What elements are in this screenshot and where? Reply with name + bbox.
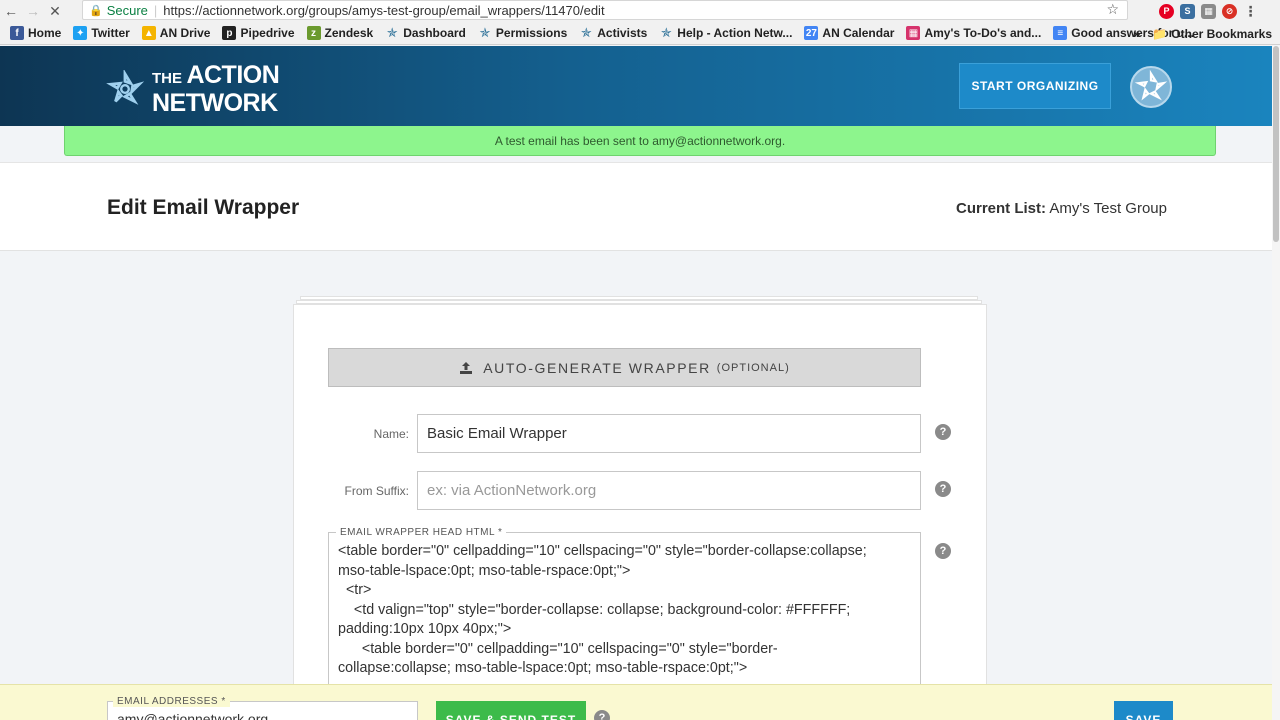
extension-grid-icon[interactable]: ▦ (1201, 3, 1216, 19)
bookmark-item[interactable]: ✯ Permissions (478, 25, 568, 40)
bookmark-label: AN Drive (159, 26, 211, 40)
bookmark-item[interactable]: ✯ Help - Action Netw... (659, 25, 793, 40)
drive-icon: ▲ (141, 26, 156, 40)
upload-icon (460, 361, 473, 374)
calendar-icon: 27 (804, 26, 819, 40)
address-bar[interactable]: 🔒 Secure | https://actionnetwork.org/gro… (82, 0, 1128, 20)
page-scrollbar[interactable] (1272, 46, 1280, 720)
from-suffix-help-icon[interactable]: ? (935, 481, 951, 497)
current-list-label: Current List: (956, 200, 1046, 217)
other-bookmarks-label[interactable]: Other Bookmarks (1171, 27, 1272, 41)
bookmark-label: Zendesk (324, 26, 374, 40)
zendesk-icon: z (306, 26, 321, 40)
head-html-content[interactable]: <table border="0" cellpadding="10" cells… (338, 542, 918, 679)
save-button[interactable]: SAVE (1114, 701, 1173, 720)
from-suffix-input[interactable]: ex: via ActionNetwork.org (417, 471, 921, 510)
bookmarks-overflow: » 📁 Other Bookmarks (1133, 22, 1272, 45)
flash-message: A test email has been sent to amy@action… (64, 126, 1216, 156)
forward-icon[interactable]: → (22, 0, 44, 22)
url-text: https://actionnetwork.org/groups/amys-te… (163, 2, 605, 18)
start-organizing-button[interactable]: START ORGANIZING (959, 63, 1111, 109)
action-network-star-icon (106, 70, 144, 105)
action-network-logo[interactable]: THE ACTION NETWORK (106, 61, 280, 117)
current-list-value: Amy's Test Group (1049, 200, 1167, 217)
bookmark-label: Twitter (91, 26, 130, 40)
bookmark-label: Activists (597, 26, 648, 40)
pipedrive-icon: p (222, 26, 237, 40)
extension-block-icon[interactable]: ⊘ (1222, 3, 1237, 19)
browser-toolbar: ← → ✕ 🔒 Secure | https://actionnetwork.o… (0, 0, 1280, 22)
an-star-icon: ✯ (660, 25, 672, 40)
optional-label: (OPTIONAL) (716, 361, 790, 374)
scrollbar-thumb[interactable] (1273, 46, 1279, 242)
more-bookmarks-chevron[interactable]: » (1133, 26, 1140, 41)
secure-label: Secure (106, 2, 148, 18)
an-star-icon: ✯ (386, 25, 398, 40)
extension-icons: P S ▦ ⊘ ⋮ (1159, 0, 1280, 22)
bookmark-label: Permissions (495, 26, 568, 40)
stop-loading-icon[interactable]: ✕ (44, 0, 66, 22)
name-help-icon[interactable]: ? (935, 424, 951, 440)
bookmark-item[interactable]: ✯ Activists (579, 25, 648, 40)
send-test-help-icon[interactable]: ? (594, 710, 610, 720)
bookmark-item[interactable]: f Home (10, 26, 61, 40)
bookmark-item[interactable]: ▦ Amy's To-Do's and... (906, 26, 1041, 40)
lock-icon: 🔒 (89, 4, 103, 17)
save-send-test-button[interactable]: SAVE & SEND TEST (436, 701, 586, 720)
bookmark-star-icon[interactable]: ☆ (1106, 1, 1119, 18)
bookmark-label: Amy's To-Do's and... (924, 26, 1042, 40)
bookmark-label: Help - Action Netw... (677, 26, 793, 40)
current-list: Current List: Amy's Test Group (956, 200, 1167, 217)
auto-generate-wrapper-button[interactable]: AUTO-GENERATE WRAPPER (OPTIONAL) (328, 348, 921, 387)
bookmark-item[interactable]: 27 AN Calendar (804, 26, 894, 40)
bookmark-label: AN Calendar (822, 26, 895, 40)
an-star-icon: ✯ (580, 25, 592, 40)
trello-icon: ▦ (906, 26, 921, 40)
bookmark-item[interactable]: ▲ AN Drive (141, 26, 211, 40)
menu-kebab-icon[interactable]: ⋮ (1243, 3, 1258, 19)
bookmark-item[interactable]: ✦ Twitter (73, 26, 130, 40)
back-icon[interactable]: ← (0, 0, 22, 22)
bookmark-label: Home (28, 26, 62, 40)
url-separator: | (153, 2, 158, 18)
head-html-help-icon[interactable]: ? (935, 543, 951, 559)
docs-icon: ≡ (1053, 26, 1068, 40)
facebook-icon: f (10, 26, 24, 40)
bookmark-label: Pipedrive (240, 26, 295, 40)
page-title: Edit Email Wrapper (107, 196, 300, 219)
head-html-legend: EMAIL WRAPPER HEAD HTML * (336, 527, 507, 538)
bookmark-item[interactable]: p Pipedrive (222, 26, 295, 40)
an-star-icon: ✯ (479, 25, 491, 40)
twitter-icon: ✦ (73, 26, 88, 40)
from-suffix-label: From Suffix: (344, 484, 409, 498)
email-addresses-value: amy@actionnetwork.org (117, 711, 269, 720)
extension-s-icon[interactable]: S (1180, 3, 1195, 19)
title-bar: Edit Email Wrapper Current List: Amy's T… (0, 162, 1272, 251)
user-avatar[interactable] (1130, 66, 1172, 108)
pinterest-icon[interactable]: P (1159, 3, 1174, 19)
bookmarks-bar: f Home ✦ Twitter ▲ AN Drive p Pipedrive z Zendesk… (0, 22, 1280, 45)
bookmark-label: Dashboard (403, 26, 466, 40)
folder-icon: 📁 (1152, 26, 1168, 41)
avatar-star-icon (1134, 69, 1168, 101)
name-label: Name: (373, 427, 409, 441)
bookmark-item[interactable]: z Zendesk (306, 26, 374, 40)
auto-generate-label: AUTO-GENERATE WRAPPER (483, 359, 711, 376)
name-input[interactable]: Basic Email Wrapper (417, 414, 921, 453)
email-addresses-legend: EMAIL ADDRESSES * (113, 696, 230, 707)
site-header: THE ACTION NETWORK START ORGANIZING (0, 46, 1272, 126)
bookmark-item[interactable]: ✯ Dashboard (385, 25, 466, 40)
logo-wordmark: THE ACTION NETWORK (152, 61, 280, 117)
